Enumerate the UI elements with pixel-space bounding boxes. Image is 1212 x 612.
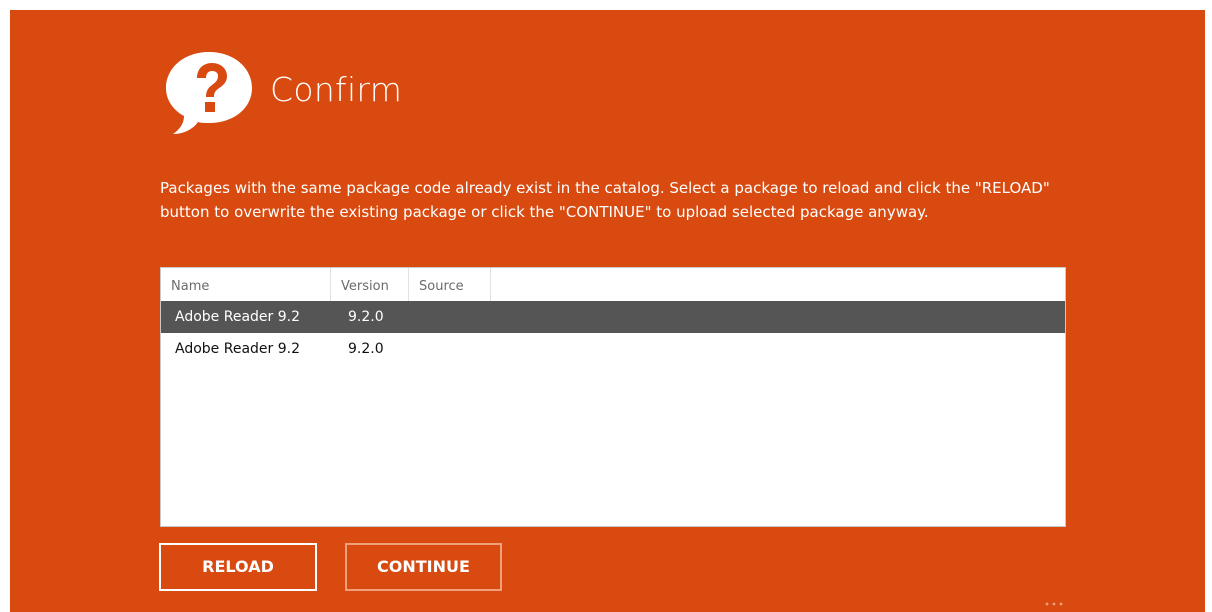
dialog-message: Packages with the same package code alre… (160, 179, 1050, 221)
package-list[interactable]: Name Version Source Adobe Reader 9.2 9.2… (160, 267, 1066, 527)
package-name: Adobe Reader 9.2 (175, 341, 300, 357)
list-item-selected[interactable]: Adobe Reader 9.2 9.2.0 (161, 301, 1065, 333)
question-speech-bubble-icon (166, 52, 252, 134)
resize-grip-icon[interactable] (1044, 601, 1064, 607)
confirm-dialog: Confirm Packages with the same package c… (10, 10, 1205, 612)
column-header-version[interactable]: Version (331, 268, 409, 301)
package-version: 9.2.0 (348, 341, 384, 357)
column-header-source[interactable]: Source (409, 268, 491, 301)
list-header: Name Version Source (161, 268, 1065, 301)
column-header-name[interactable]: Name (161, 268, 331, 301)
list-item[interactable]: Adobe Reader 9.2 9.2.0 (161, 333, 1065, 365)
reload-button[interactable]: RELOAD (159, 543, 317, 591)
package-version: 9.2.0 (348, 309, 384, 325)
dialog-header: Confirm (160, 48, 402, 138)
continue-button[interactable]: CONTINUE (345, 543, 502, 591)
dialog-title: Confirm (270, 69, 403, 109)
package-name: Adobe Reader 9.2 (175, 309, 300, 325)
